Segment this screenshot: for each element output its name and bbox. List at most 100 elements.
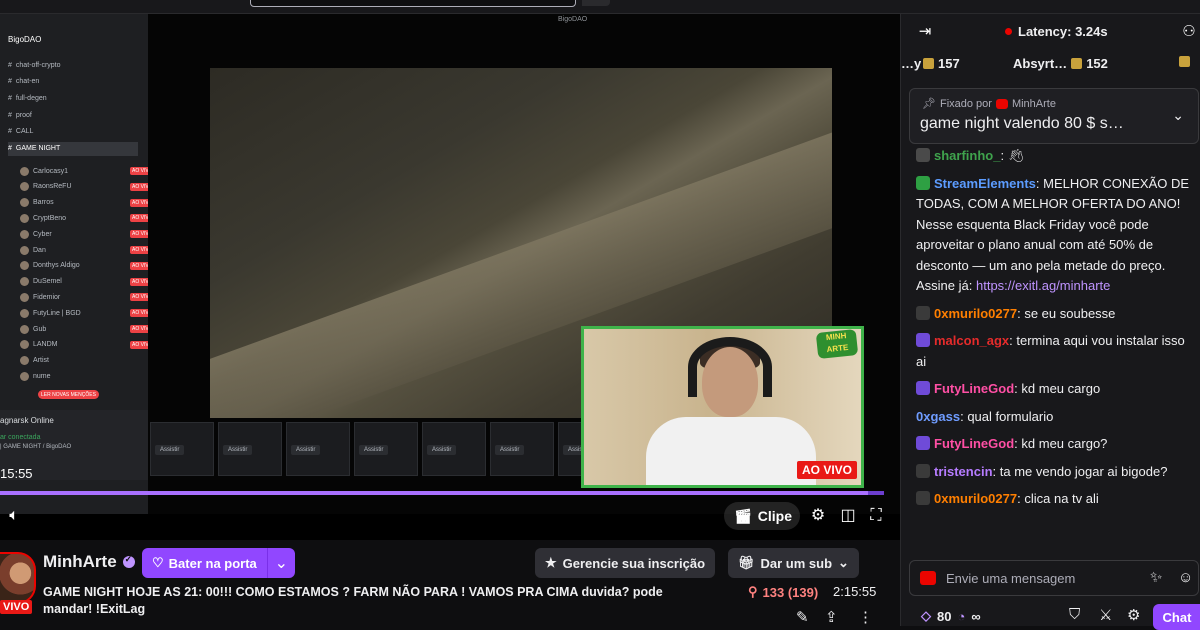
pinned-message[interactable]: 📌︎ Fixado por MinhArte game night valend… — [909, 88, 1199, 144]
chat-username[interactable]: FutyLineGod — [934, 381, 1014, 396]
shield-icon[interactable]: ⛉ — [1069, 606, 1080, 623]
manage-subscription-button[interactable]: ★ Gerencie sua inscrição — [535, 548, 716, 578]
chat-message: FutyLineGod: kd meu cargo? — [916, 434, 1192, 455]
pin-icon: 📌︎ — [922, 98, 936, 110]
share-icon[interactable]: ⇪ — [825, 608, 838, 626]
fullscreen-icon[interactable]: ⛶ — [866, 506, 886, 526]
top-gifters-bar: …y 157 Absyrt… 152 — [901, 52, 1200, 78]
more-options-icon[interactable]: ⋮ — [858, 608, 873, 626]
chat-message: sharfinho_: 👋︎ — [916, 146, 1192, 167]
chat-text: kd meu cargo? — [1021, 436, 1108, 451]
chat-badge-icon — [916, 436, 930, 450]
chat-username[interactable]: tristencin — [934, 464, 993, 479]
discord-channel-item[interactable]: # proof — [8, 108, 32, 122]
gift-sub-button[interactable]: 🎁︎ Dar um sub ⌄ — [728, 548, 859, 578]
manage-subscription-label: Gerencie sua inscrição — [562, 555, 706, 571]
person-icon: ⚲ — [748, 584, 758, 599]
watch-button[interactable]: Assistir — [291, 445, 321, 455]
member-name: FutyLine | BGD — [33, 309, 81, 317]
knock-label: Bater na porta — [168, 555, 257, 571]
member-avatar — [20, 308, 29, 318]
search-input[interactable] — [250, 0, 576, 7]
avatar[interactable] — [0, 552, 36, 604]
discord-channel-item[interactable]: # full-degen — [8, 91, 47, 105]
knock-dropdown[interactable]: ⌄ — [266, 548, 295, 578]
channel-name: CALL — [15, 128, 34, 136]
chat-username[interactable]: sharfinho_ — [934, 148, 1000, 163]
watch-button[interactable]: Assistir — [223, 445, 253, 455]
watch-button[interactable]: Assistir — [359, 445, 389, 455]
watch-button[interactable]: Assistir — [155, 445, 185, 455]
gifter-item[interactable]: …y — [901, 56, 921, 71]
channel-points[interactable]: ◇ 80 ◔ ∞ — [921, 608, 981, 624]
gifter-name: Absyrt… — [1013, 56, 1068, 71]
discord-member: Cyber AO VIVO — [20, 227, 155, 241]
community-icon[interactable]: ⚇ — [1179, 22, 1199, 42]
chat-message: 0xgass: qual formulario — [916, 407, 1192, 428]
chat-message: malcon_agx: termina aqui vou instalar is… — [916, 331, 1192, 372]
chevron-down-icon[interactable]: ⌄ — [1172, 107, 1184, 124]
video-player[interactable]: BigoDAO # chat-off-crypto # chat-en # full-de… — [0, 14, 900, 540]
collapse-chat-icon[interactable]: ⇥ — [915, 22, 935, 42]
door-knock-icon: ♡ — [152, 555, 164, 570]
streamer-name-block[interactable]: MinhArte — [43, 552, 135, 572]
latency-label: Latency: 3.24s — [1018, 24, 1108, 39]
chat-settings-gear-icon[interactable]: ⚙ — [1127, 606, 1140, 624]
seek-bar[interactable] — [0, 491, 884, 495]
edit-pencil-icon[interactable]: ✎ — [796, 608, 809, 626]
discord-channel-item[interactable]: # chat-en — [8, 75, 39, 89]
chat-username[interactable]: FutyLineGod — [934, 436, 1014, 451]
channel-hash-icon: # — [8, 128, 12, 136]
discord-channel-item[interactable]: # CALL — [8, 125, 33, 139]
gift-icon[interactable] — [1179, 56, 1190, 67]
watch-button[interactable]: Assistir — [495, 445, 525, 455]
stream-thumbnail[interactable]: Assistir — [354, 422, 418, 476]
emote-picker-icon[interactable]: ☺ — [1178, 569, 1193, 586]
volume-icon[interactable]: 🔈︎ — [4, 506, 24, 526]
sparkle-icon[interactable]: ✨︎ — [1150, 569, 1162, 586]
chat-badge-icon — [916, 175, 930, 190]
chat-username[interactable]: StreamElements — [934, 176, 1036, 191]
chat-link[interactable]: https://exitl.ag/minharte — [976, 278, 1110, 293]
discord-channel-item[interactable]: # chat-off-crypto — [8, 58, 61, 72]
discord-channel: | GAME NIGHT / BigoDAO — [0, 444, 72, 450]
streamer-name[interactable]: MinhArte — [43, 552, 117, 572]
gift-icon: 🎁︎ — [738, 555, 755, 570]
settings-gear-icon[interactable]: ⚙ — [808, 506, 828, 526]
discord-channel-item[interactable]: # GAME NIGHT — [8, 141, 138, 156]
wave-emote-icon: 👋︎ — [1007, 148, 1025, 163]
member-avatar — [20, 182, 29, 192]
member-avatar — [20, 198, 29, 208]
stream-thumbnail[interactable]: Assistir — [286, 422, 350, 476]
member-avatar — [20, 277, 29, 287]
stream-thumbnail[interactable]: Assistir — [218, 422, 282, 476]
chat-badge-icon — [916, 305, 930, 320]
stream-thumbnail[interactable]: Assistir — [150, 422, 214, 476]
chat-input-placeholder: Envie uma mensagem — [946, 571, 1076, 586]
chat-username[interactable]: 0xmurilo0277 — [934, 491, 1017, 506]
gifter-item[interactable]: 157 — [923, 56, 960, 71]
points-suffix: ∞ — [971, 608, 981, 624]
chat-send-button[interactable]: Chat — [1153, 604, 1200, 630]
member-avatar — [20, 213, 29, 223]
discord-member: LANDM AO VIVO — [20, 338, 155, 352]
gifter-item[interactable]: Absyrt… 152 — [1013, 56, 1108, 71]
chat-input[interactable]: Envie uma mensagem ✨︎ ☺ — [909, 560, 1199, 596]
sword-icon[interactable]: ⚔ — [1099, 606, 1112, 624]
watch-button[interactable]: Assistir — [427, 445, 457, 455]
member-avatar — [20, 292, 29, 302]
discord-member: nume — [20, 369, 51, 383]
stream-thumbnail[interactable]: Assistir — [490, 422, 554, 476]
stream-thumbnail[interactable]: Assistir — [422, 422, 486, 476]
knock-button[interactable]: ♡ Bater na porta — [142, 548, 267, 578]
pinned-by-label: Fixado por — [939, 97, 992, 110]
chat-username[interactable]: malcon_agx — [934, 333, 1009, 348]
search-button[interactable] — [582, 0, 610, 6]
chat-username[interactable]: 0xgass — [916, 409, 960, 424]
discord-status: agnarsk Online — [0, 416, 54, 425]
chat-badge-icon — [916, 333, 930, 347]
theatre-mode-icon[interactable]: ◫ — [838, 506, 858, 526]
chat-username[interactable]: 0xmurilo0277 — [934, 306, 1017, 321]
discord-member: Donthys Aldigo AO VIVO — [20, 259, 155, 273]
clip-button[interactable]: 🎬︎ Clipe — [724, 502, 800, 530]
